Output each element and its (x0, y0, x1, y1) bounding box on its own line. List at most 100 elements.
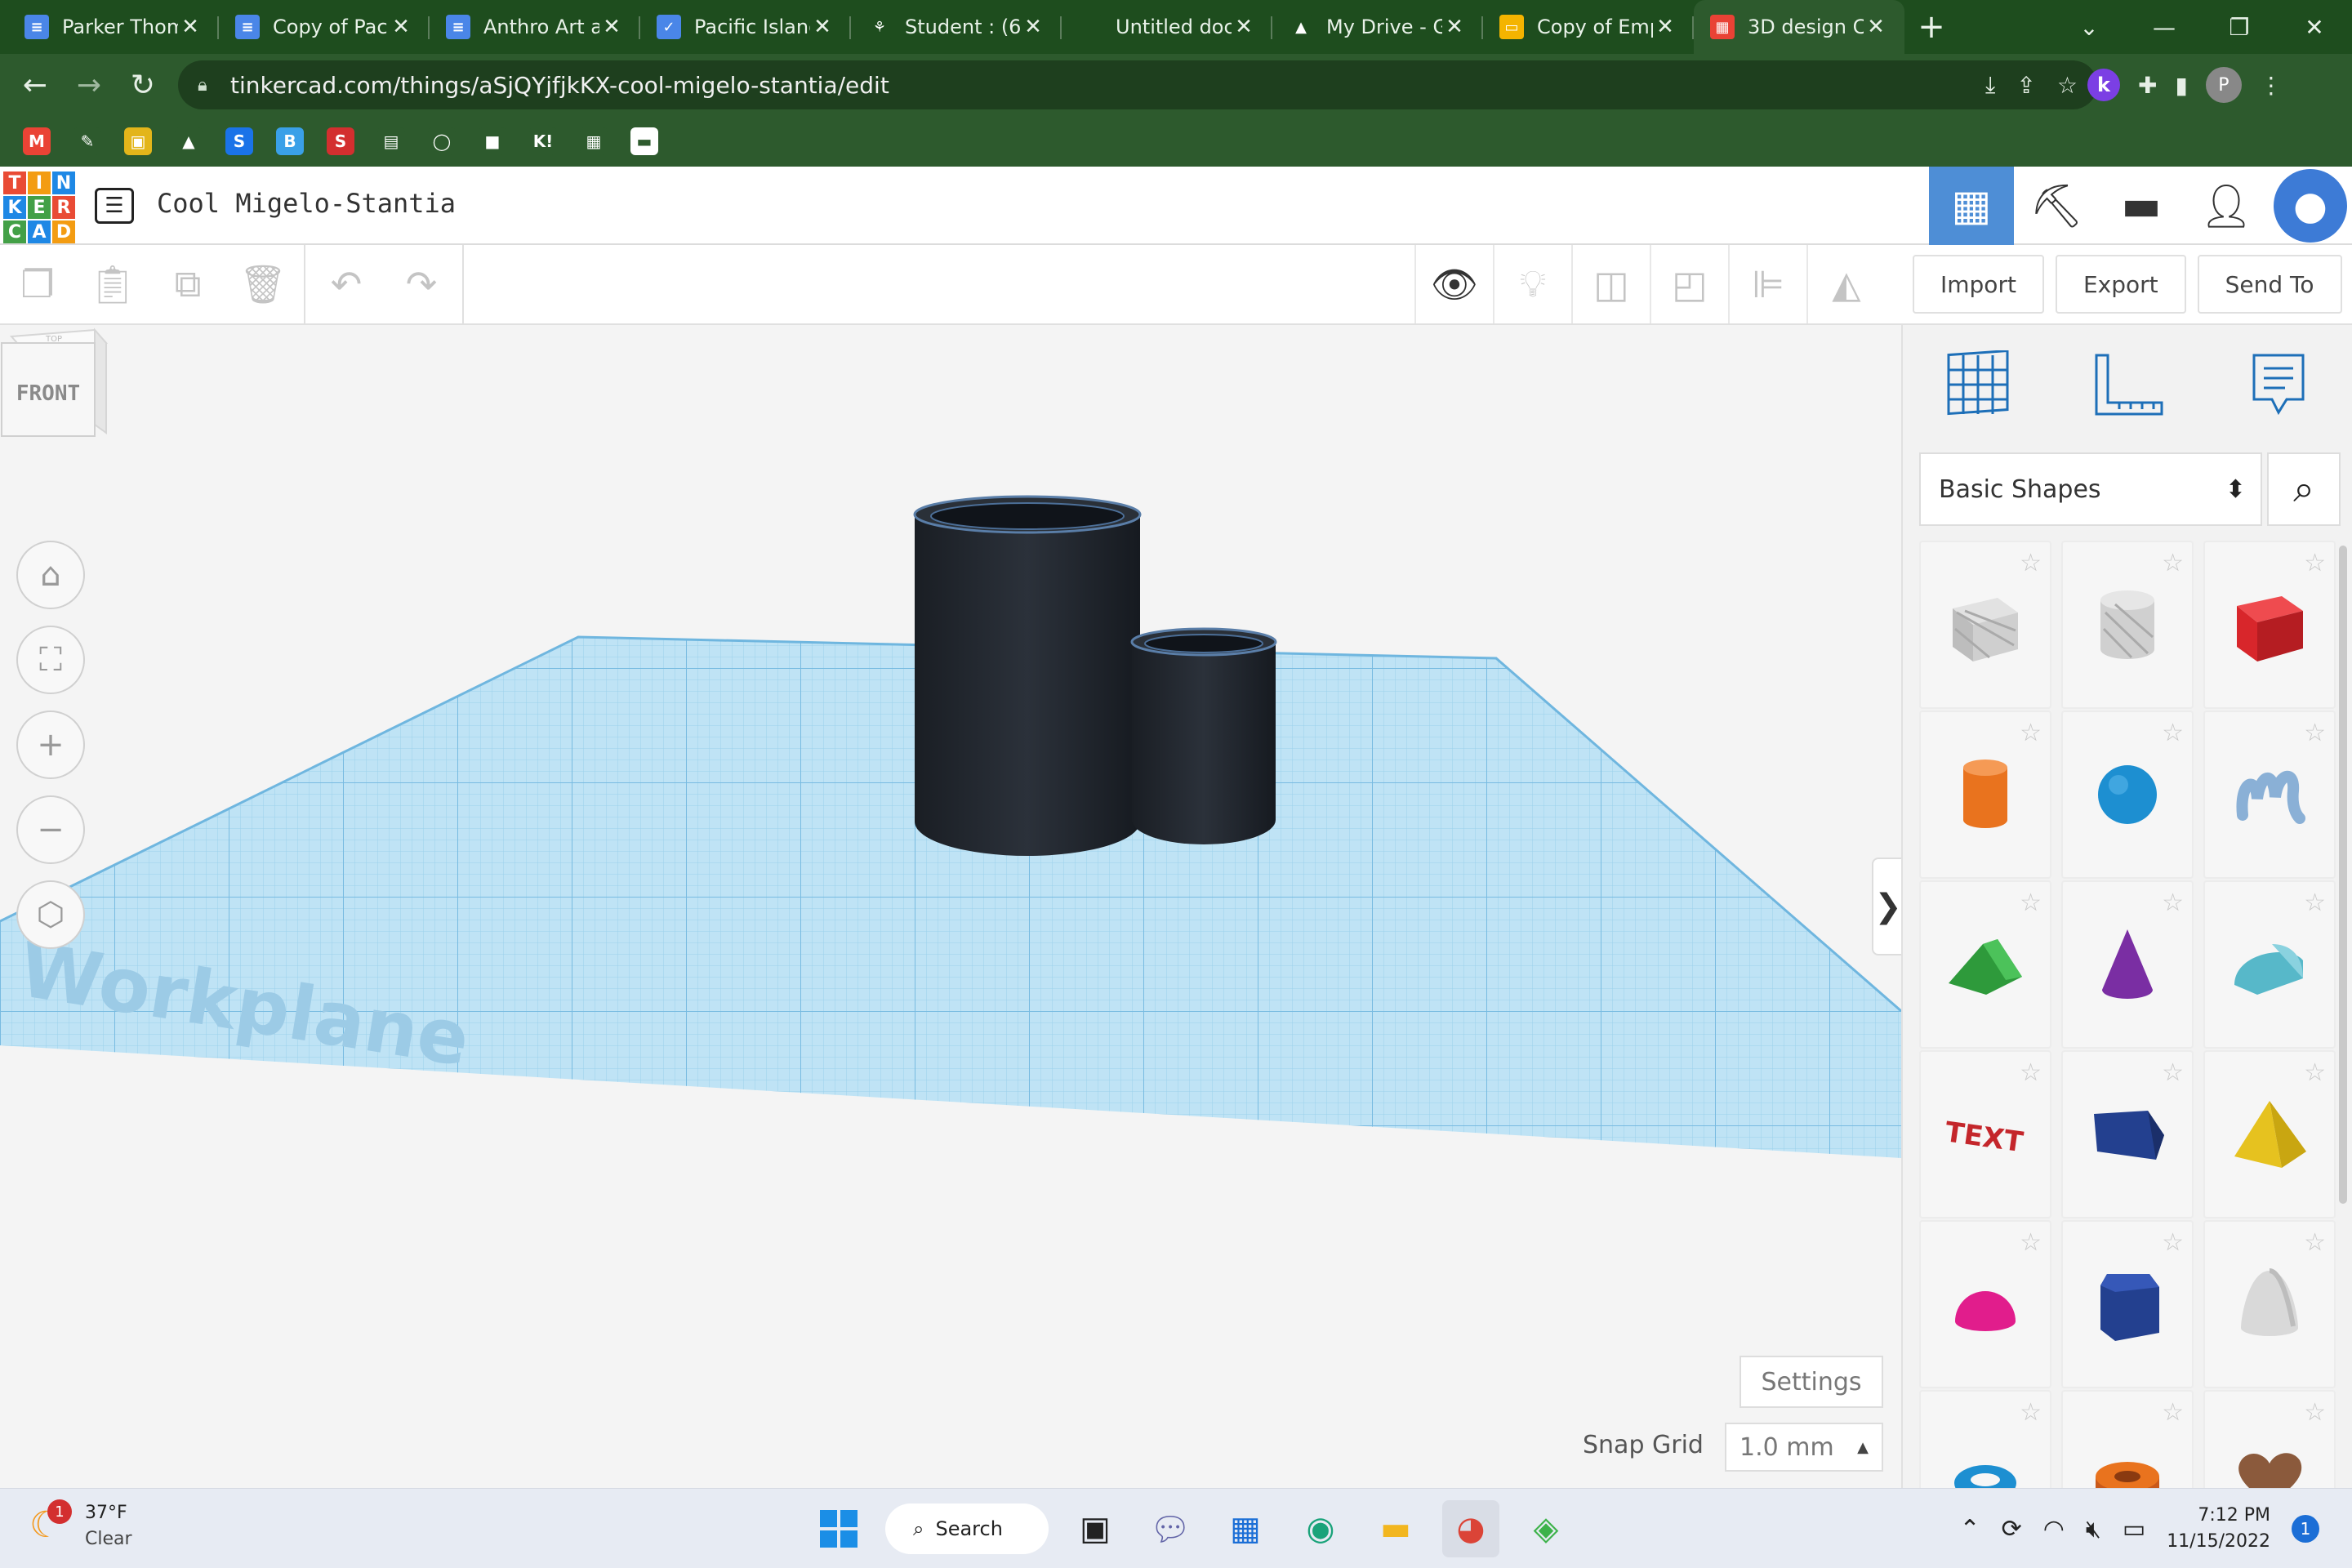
browser-tab[interactable]: ✓ Pacific Island ✕ (640, 0, 851, 54)
tab-close-icon[interactable]: ✕ (178, 15, 203, 39)
edge-icon[interactable]: ◉ (1292, 1500, 1349, 1557)
forward-button[interactable]: → (62, 58, 116, 112)
shape-paraboloid[interactable]: ☆ (2203, 1220, 2336, 1388)
bookmark-icon[interactable]: K! (529, 127, 557, 155)
workplane-canvas[interactable]: Workplane TOP FRONT ⌂ ⛶ + − ⬡ ❯ Settings… (0, 325, 1901, 1488)
notes-eye-icon[interactable]: 👁︎ (1414, 245, 1493, 323)
fit-view-icon[interactable]: ⛶ (16, 626, 85, 694)
home-view-icon[interactable]: ⌂ (16, 541, 85, 609)
undo-icon[interactable]: ↶ (309, 245, 384, 323)
favorite-star-icon[interactable]: ☆ (2162, 889, 2184, 917)
bookmark-icon[interactable]: ▲ (175, 127, 203, 155)
shape-library-select[interactable]: Basic Shapes ⬍ (1919, 452, 2262, 526)
favorite-star-icon[interactable]: ☆ (2162, 719, 2184, 747)
notification-badge[interactable]: 1 (2292, 1515, 2319, 1543)
perspective-cube-icon[interactable]: ⬡ (16, 880, 85, 949)
extension-k-icon[interactable]: k (2087, 69, 2120, 101)
duplicate-icon[interactable]: ⧉ (150, 245, 225, 323)
shape-pyramid[interactable]: ☆ (2203, 1050, 2336, 1218)
shape-half-sphere[interactable]: ☆ (1919, 1220, 2051, 1388)
tab-close-icon[interactable]: ✕ (1442, 15, 1467, 39)
profile-avatar[interactable]: P (2205, 67, 2242, 103)
shape-cylinder[interactable]: ☆ (1919, 710, 2051, 879)
favorite-star-icon[interactable]: ☆ (2162, 1058, 2184, 1087)
browser-tab[interactable]: ≡ Parker Thom ✕ (8, 0, 219, 54)
bookmark-icon[interactable]: S (327, 127, 354, 155)
restore-button[interactable]: ❐ (2202, 0, 2277, 54)
scene-svg[interactable]: Workplane (0, 325, 1901, 1488)
export-button[interactable]: Export (2055, 255, 2186, 314)
bookmark-icon[interactable]: ✎ (74, 127, 101, 155)
battery-icon[interactable]: ▭ (2123, 1515, 2145, 1544)
shape-text[interactable]: TEXT ☆ (1919, 1050, 2051, 1218)
favorite-star-icon[interactable]: ☆ (2304, 719, 2326, 747)
favorite-star-icon[interactable]: ☆ (2020, 1228, 2042, 1257)
wifi-icon[interactable]: ◠ (2043, 1515, 2065, 1544)
file-explorer-icon[interactable]: ▬ (1367, 1500, 1424, 1557)
side-panel-icon[interactable]: ▮ (2175, 72, 2187, 99)
shape-torus[interactable]: ☆ (1919, 1390, 2051, 1488)
favorite-star-icon[interactable]: ☆ (2304, 889, 2326, 917)
favorite-star-icon[interactable]: ☆ (2162, 1228, 2184, 1257)
favorite-star-icon[interactable]: ☆ (2304, 549, 2326, 577)
tab-close-icon[interactable]: ✕ (1653, 15, 1677, 39)
blocks-pickaxe-icon[interactable]: ⛏ (2014, 167, 2099, 245)
reload-button[interactable]: ↻ (116, 58, 170, 112)
chrome-icon[interactable]: ◕ (1442, 1500, 1499, 1557)
view-cube[interactable]: TOP FRONT (0, 325, 109, 446)
tab-close-icon[interactable]: ✕ (1021, 15, 1045, 39)
puzzle-icon[interactable]: ✚ (2138, 72, 2157, 99)
browser-tab[interactable]: ≡ Anthro Art a ✕ (430, 0, 640, 54)
favorite-star-icon[interactable]: ☆ (2162, 549, 2184, 577)
bookmark-icon[interactable]: ▬ (630, 127, 658, 155)
zoom-out-icon[interactable]: − (16, 795, 85, 864)
chevron-up-icon[interactable]: ⌃ (1959, 1515, 1980, 1544)
tab-close-icon[interactable]: ✕ (599, 15, 624, 39)
taskbar-search[interactable]: ⌕ Search (885, 1503, 1049, 1554)
zoom-in-icon[interactable]: + (16, 710, 85, 779)
weather-widget[interactable]: ☾ 1 37°F Clear (29, 1499, 132, 1552)
trash-icon[interactable]: 🗑︎ (225, 245, 301, 323)
workplane-grid-icon[interactable] (1933, 340, 2023, 430)
redo-icon[interactable]: ↷ (384, 245, 459, 323)
tab-close-icon[interactable]: ✕ (1864, 15, 1888, 39)
panel-collapse-chevron-icon[interactable]: ❯ (1872, 858, 1901, 956)
windows-start-icon[interactable] (810, 1500, 867, 1557)
bookmark-icon[interactable]: ▣ (124, 127, 152, 155)
favorite-star-icon[interactable]: ☆ (2162, 1398, 2184, 1427)
bookmark-icon[interactable]: B (276, 127, 304, 155)
shape-scribble[interactable]: ☆ (2203, 710, 2336, 879)
shape-roof[interactable]: ☆ (1919, 880, 2051, 1049)
favorite-star-icon[interactable]: ☆ (2020, 889, 2042, 917)
ungroup-icon[interactable]: ◰ (1650, 245, 1728, 323)
browser-menu-icon[interactable]: ⋮ (2260, 72, 2283, 99)
bookmark-icon[interactable]: M (23, 127, 51, 155)
share-icon[interactable]: ⇪ (2016, 72, 2035, 99)
bricks-icon[interactable]: ▬ (2099, 167, 2184, 245)
align-icon[interactable]: ⊫ (1728, 245, 1806, 323)
shape-box[interactable]: ☆ (2203, 541, 2336, 709)
favorite-star-icon[interactable]: ☆ (2304, 1398, 2326, 1427)
sync-icon[interactable]: ⟳ (2002, 1515, 2022, 1544)
address-bar[interactable]: 🔒︎ tinkercad.com/things/aSjQYjfjkKX-cool… (178, 60, 2097, 109)
bookmark-icon[interactable]: ▦ (580, 127, 608, 155)
shape-polygon[interactable]: ☆ (2061, 1220, 2194, 1388)
task-view-icon[interactable]: ▣ (1067, 1500, 1124, 1557)
shape-sphere[interactable]: ☆ (2061, 710, 2194, 879)
install-icon[interactable]: ⤓ (1985, 71, 1995, 99)
copy-icon[interactable]: ❐ (0, 245, 75, 323)
notes-icon[interactable] (2234, 340, 2323, 430)
bookmark-icon[interactable]: ◯ (428, 127, 456, 155)
design-list-icon[interactable]: ☰ (95, 188, 134, 224)
panel-scrollbar[interactable] (2339, 546, 2347, 1204)
browser-tab[interactable]: Untitled doc ✕ (1062, 0, 1272, 54)
shape-box-hole[interactable]: ☆ (1919, 541, 2051, 709)
tab-close-icon[interactable]: ✕ (810, 15, 835, 39)
store-icon[interactable]: ▦ (1217, 1500, 1274, 1557)
teams-chat-icon[interactable]: 💬︎ (1142, 1500, 1199, 1557)
bookmark-icon[interactable]: ▤ (377, 127, 405, 155)
bookmark-icon[interactable]: ■ (479, 127, 506, 155)
favorite-star-icon[interactable]: ☆ (2304, 1058, 2326, 1087)
ruler-icon[interactable] (2083, 340, 2173, 430)
design-title[interactable]: Cool Migelo-Stantia (157, 188, 456, 219)
